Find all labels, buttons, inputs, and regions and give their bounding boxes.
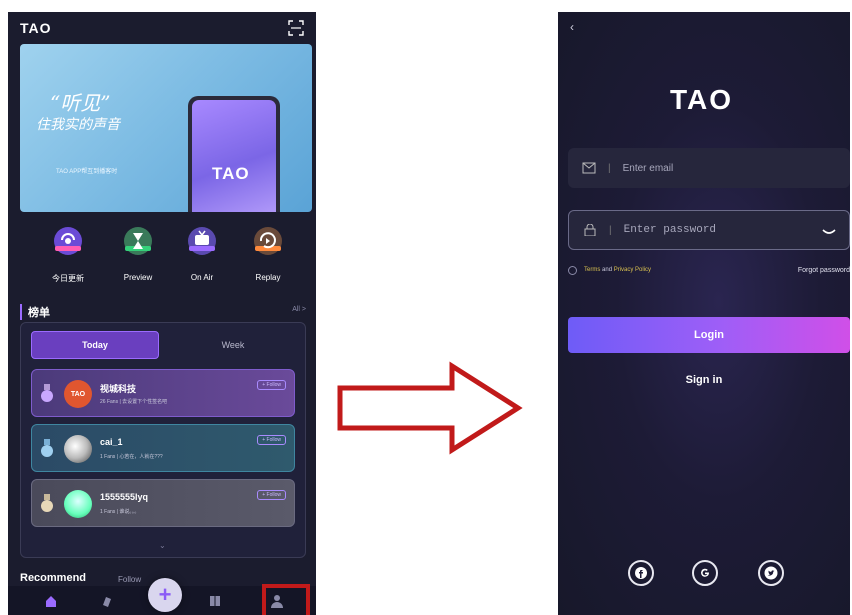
separator: | <box>609 224 612 236</box>
scan-icon[interactable] <box>288 20 304 36</box>
eye-closed-icon[interactable] <box>821 223 837 239</box>
lock-icon <box>584 224 596 236</box>
ranking-panel: Today Week TAO 视城科技 26 Fans | 去设置下个性签名吧 … <box>20 322 306 558</box>
mail-icon <box>582 162 596 174</box>
sign-in-link[interactable]: Sign in <box>558 374 850 386</box>
ranking-meta: 1 Fans | 谁说。。。 <box>100 509 140 515</box>
arrow-right-icon <box>337 361 523 455</box>
ranking-name: cai_1 <box>100 437 123 447</box>
canvas: TAO “听见” 住我实的声音 TAO APP帮互到播客时 TAO 今日更新 P… <box>0 0 852 615</box>
recommend-tab[interactable]: Recommend <box>20 572 86 584</box>
follow-button[interactable]: + Follow <box>257 490 286 500</box>
ranking-item[interactable]: cai_1 1 Fans | 心若在，人就在??? + Follow <box>31 424 295 472</box>
live-tv-icon <box>188 227 216 255</box>
library-icon[interactable] <box>208 594 222 608</box>
bronze-medal-icon <box>41 494 53 512</box>
explore-icon[interactable] <box>100 594 114 608</box>
follow-button[interactable]: + Follow <box>257 380 286 390</box>
quick-preview[interactable]: Preview <box>108 224 168 282</box>
twitter-icon <box>764 566 778 580</box>
password-field[interactable]: | <box>568 210 850 250</box>
ranking-item[interactable]: 1555555lyq 1 Fans | 谁说。。。 + Follow <box>31 479 295 527</box>
back-icon[interactable]: ‹ <box>570 20 574 34</box>
twitter-login-button[interactable] <box>758 560 784 586</box>
terms-row: Terms and Privacy Policy Forgot password <box>568 264 850 278</box>
banner-calligraphy: “听见” 住我实的声音 <box>36 91 120 133</box>
gold-medal-icon <box>41 384 53 402</box>
banner-subtitle: TAO APP帮互到播客时 <box>56 169 118 175</box>
avatar <box>64 490 92 518</box>
ranking-meta: 1 Fans | 心若在，人就在??? <box>100 454 163 460</box>
avatar: TAO <box>64 380 92 408</box>
forgot-password-link[interactable]: Forgot password <box>798 267 850 274</box>
facebook-icon <box>635 567 647 579</box>
tab-week[interactable]: Week <box>169 331 297 359</box>
quick-on-air[interactable]: On Air <box>172 224 232 282</box>
quick-replay[interactable]: Replay <box>238 224 298 282</box>
separator: | <box>608 162 611 174</box>
google-icon <box>701 568 709 577</box>
chevron-down-icon[interactable]: ⌄ <box>159 541 166 550</box>
banner-phone-image: TAO <box>188 96 280 212</box>
password-input[interactable] <box>623 224 804 236</box>
google-login-button[interactable] <box>692 560 718 586</box>
home-icon[interactable] <box>44 594 58 608</box>
login-button[interactable]: Login <box>568 317 850 353</box>
home-header: TAO <box>8 12 316 44</box>
tab-today[interactable]: Today <box>31 331 159 359</box>
ranking-item[interactable]: TAO 视城科技 26 Fans | 去设置下个性签名吧 + Follow <box>31 369 295 417</box>
terms-checkbox[interactable] <box>568 266 577 275</box>
today-icon <box>54 227 82 255</box>
quick-today[interactable]: 今日更新 <box>38 224 98 284</box>
ranking-name: 1555555lyq <box>100 492 149 502</box>
email-input[interactable] <box>622 162 803 174</box>
avatar <box>64 435 92 463</box>
quick-actions: 今日更新 Preview On Air Replay <box>8 224 316 284</box>
ranking-name: 视城科技 <box>100 384 137 394</box>
banner-phone-logo: TAO <box>212 164 250 183</box>
follow-button[interactable]: + Follow <box>257 435 286 445</box>
promo-banner[interactable]: “听见” 住我实的声音 TAO APP帮互到播客时 TAO <box>20 44 312 212</box>
replay-icon <box>254 227 282 255</box>
silver-medal-icon <box>41 439 53 457</box>
login-screen: ‹ TAO | | Terms and Privacy Policy Forgo… <box>558 12 850 615</box>
home-screen: TAO “听见” 住我实的声音 TAO APP帮互到播客时 TAO 今日更新 P… <box>8 12 316 615</box>
profile-highlight-box <box>262 584 310 615</box>
ranking-title: 榜单 <box>20 304 50 320</box>
facebook-login-button[interactable] <box>628 560 654 586</box>
ranking-meta: 26 Fans | 去设置下个性签名吧 <box>100 399 168 405</box>
terms-label[interactable]: Terms and Privacy Policy <box>584 267 651 273</box>
hourglass-icon <box>124 227 152 255</box>
app-logo: TAO <box>20 20 52 36</box>
add-button[interactable]: + <box>148 578 182 612</box>
ranking-all-link[interactable]: All > <box>292 306 306 313</box>
email-field[interactable]: | <box>568 148 850 188</box>
banner-pagination <box>166 204 176 212</box>
app-logo: TAO <box>670 84 734 115</box>
follow-tab[interactable]: Follow <box>118 575 141 584</box>
